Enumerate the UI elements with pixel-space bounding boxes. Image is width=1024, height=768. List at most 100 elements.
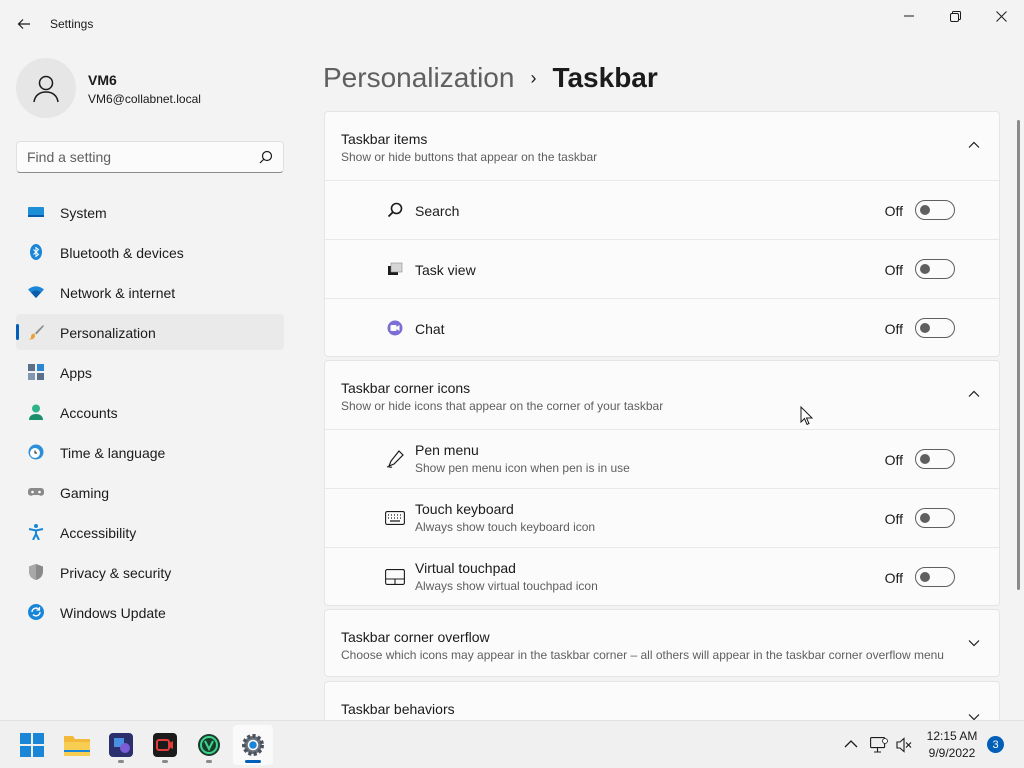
clock-date[interactable]: 9/9/2022 [918, 746, 986, 760]
sidebar-nav: System Bluetooth & devices Network & int… [16, 194, 284, 634]
close-button[interactable] [978, 0, 1024, 32]
taskbar-remote-desktop[interactable] [101, 725, 141, 765]
apps-icon [28, 364, 44, 380]
corner-icon-virtual-touchpad-row: Virtual touchpad Always show virtual tou… [325, 547, 999, 606]
taskbar-item-task-view-row: Task view Off [325, 239, 999, 298]
wifi-icon [28, 284, 44, 300]
clock-time[interactable]: 12:15 AM [918, 729, 986, 743]
chat-toggle[interactable] [915, 318, 955, 338]
toggle-state-text: Off [884, 262, 903, 278]
sidebar-item-label: Network & internet [60, 285, 176, 301]
keyboard-icon [385, 508, 405, 528]
sidebar-item-system[interactable]: System [16, 194, 284, 230]
corner-overflow-header[interactable]: Taskbar corner overflow Choose which ico… [325, 610, 999, 678]
main-scrollbar[interactable] [1017, 120, 1020, 590]
accessibility-icon [28, 524, 44, 540]
back-button[interactable] [10, 10, 38, 38]
row-label: Touch keyboard [415, 501, 514, 517]
minimize-button[interactable] [886, 0, 932, 32]
sidebar-item-privacy[interactable]: Privacy & security [16, 554, 284, 590]
row-label: Pen menu [415, 442, 479, 458]
behaviors-header[interactable]: Taskbar behaviors [325, 682, 999, 720]
row-label: Virtual touchpad [415, 560, 516, 576]
section-description: Show or hide buttons that appear on the … [341, 150, 598, 164]
sidebar-item-accounts[interactable]: Accounts [16, 394, 284, 430]
taskbar-corner-overflow-section[interactable]: Taskbar corner overflow Choose which ico… [324, 609, 1000, 677]
sidebar-item-label: Time & language [60, 445, 166, 461]
sidebar-item-network[interactable]: Network & internet [16, 274, 284, 310]
sidebar-item-windows-update[interactable]: Windows Update [16, 594, 284, 630]
toggle-state-text: Off [884, 511, 903, 527]
user-profile[interactable]: VM6 VM6@collabnet.local [16, 58, 286, 118]
sidebar-item-apps[interactable]: Apps [16, 354, 284, 390]
chevron-up-icon[interactable] [967, 387, 981, 401]
breadcrumb: Personalization › Taskbar [323, 58, 658, 98]
pen-icon [385, 449, 405, 469]
sidebar-item-label: Gaming [60, 485, 110, 501]
settings-search[interactable] [16, 141, 284, 173]
taskbar-item-search-row: Search Off [325, 180, 999, 239]
pen-menu-toggle[interactable] [915, 449, 955, 469]
toggle-state-text: Off [884, 570, 903, 586]
search-toggle[interactable] [915, 200, 955, 220]
active-indicator [245, 760, 261, 763]
screen-recorder-icon [153, 733, 177, 757]
sidebar-item-personalization[interactable]: Personalization [16, 314, 284, 350]
virtual-touchpad-toggle[interactable] [915, 567, 955, 587]
taskbar-items-section: Taskbar items Show or hide buttons that … [324, 111, 1000, 357]
network-icon[interactable] [870, 737, 888, 753]
notification-badge[interactable]: 3 [987, 736, 1004, 753]
search-icon[interactable] [259, 150, 273, 164]
section-description: Show or hide icons that appear on the co… [341, 399, 664, 413]
minimize-icon [904, 15, 914, 17]
chevron-up-icon[interactable] [844, 739, 858, 749]
sidebar-item-time-language[interactable]: Time & language [16, 434, 284, 470]
row-label: Task view [415, 262, 476, 278]
gamepad-icon [28, 484, 44, 500]
sidebar-item-gaming[interactable]: Gaming [16, 474, 284, 510]
toggle-state-text: Off [884, 203, 903, 219]
row-description: Always show virtual touchpad icon [415, 579, 598, 593]
taskbar-screen-recorder[interactable] [145, 725, 185, 765]
breadcrumb-parent-link[interactable]: Personalization [323, 62, 514, 94]
app-title: Settings [50, 17, 94, 31]
row-description: Always show touch keyboard icon [415, 520, 596, 534]
shield-icon [28, 564, 44, 580]
task-view-toggle[interactable] [915, 259, 955, 279]
mouse-cursor-icon [800, 406, 814, 426]
brush-icon [28, 324, 44, 340]
back-arrow-icon [17, 19, 30, 29]
settings-gear-icon [242, 734, 264, 756]
windows-taskbar: 12:15 AM 9/9/2022 3 [0, 720, 1024, 768]
running-indicator [162, 760, 168, 763]
sidebar-item-label: Privacy & security [60, 565, 172, 581]
sidebar-item-label: Windows Update [60, 605, 166, 621]
row-label: Chat [415, 321, 445, 337]
start-button[interactable] [12, 725, 52, 765]
section-title: Taskbar items [341, 131, 428, 147]
maximize-button[interactable] [932, 0, 978, 32]
sidebar-item-label: Apps [60, 365, 92, 381]
accounts-icon [28, 404, 44, 420]
chevron-down-icon[interactable] [967, 636, 981, 650]
taskbar-items-header[interactable]: Taskbar items Show or hide buttons that … [325, 112, 999, 180]
corner-icons-header[interactable]: Taskbar corner icons Show or hide icons … [325, 361, 999, 429]
volume-muted-icon[interactable] [896, 737, 912, 753]
breadcrumb-separator: › [530, 67, 537, 88]
taskbar-file-explorer[interactable] [57, 725, 97, 765]
sidebar-item-label: System [60, 205, 107, 221]
taskbar-settings[interactable] [233, 725, 273, 765]
section-title: Taskbar corner overflow [341, 629, 490, 645]
chevron-up-icon[interactable] [967, 138, 981, 152]
touch-keyboard-toggle[interactable] [915, 508, 955, 528]
sidebar-item-accessibility[interactable]: Accessibility [16, 514, 284, 550]
taskbar-behaviors-section[interactable]: Taskbar behaviors [324, 681, 1000, 720]
taskbar-vpn-client[interactable] [189, 725, 229, 765]
section-title: Taskbar behaviors [341, 701, 455, 717]
close-icon [995, 10, 1007, 22]
search-input[interactable] [27, 149, 247, 165]
chevron-down-icon[interactable] [967, 710, 981, 720]
row-description: Show pen menu icon when pen is in use [415, 461, 630, 475]
sidebar-item-label: Accessibility [60, 525, 137, 541]
sidebar-item-bluetooth[interactable]: Bluetooth & devices [16, 234, 284, 270]
